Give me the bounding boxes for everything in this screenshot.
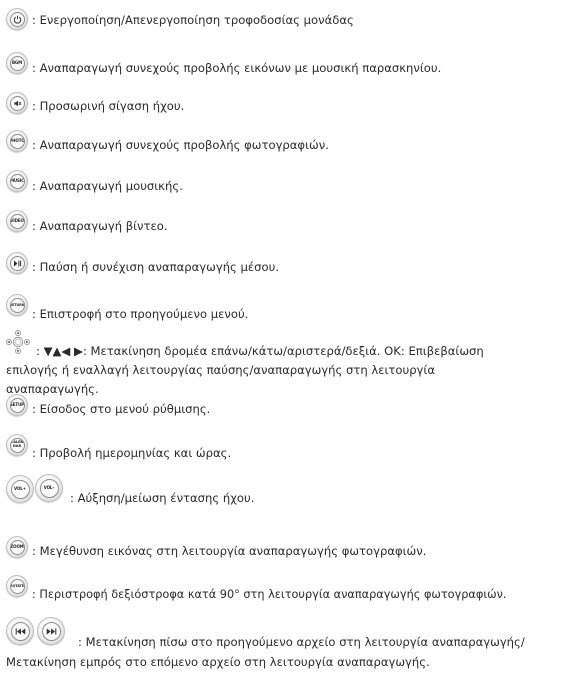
return-icon: RETURN [6,294,28,316]
description-text-line1: : Μετακίνηση πίσω στο προηγούμενο αρχείο… [78,635,525,649]
bgm-icon: BGM [6,52,28,74]
music-icon: MUSIC [6,170,28,192]
description-text: : Είσοδος στο μενού ρύθμισης. [32,402,211,416]
photo-icon: PHOTO [6,130,28,152]
description-text-continued: Μετακίνηση εμπρός στο επόμενο αρχείο στη… [6,655,430,669]
description-text: : Αναπαραγωγή βίντεο. [32,219,168,233]
list-item-bgm: BGM : Αναπαραγωγή συνεχούς προβολής εικό… [6,52,584,76]
next-icon [37,617,65,645]
rotate-icon: ROTATE [6,575,28,597]
power-icon [6,8,28,30]
setup-icon: SETUP [6,394,28,416]
skip-icon [6,617,68,647]
navigation-pad-icon [6,330,30,354]
list-item-zoom: ZOOM : Μεγέθυνση εικόνας στη λειτουργία … [6,536,584,560]
description-text: : Προσωρινή σίγαση ήχου. [32,99,185,113]
description-text: : Ενεργοποίηση/Απενεργοποίηση τροφοδοσία… [32,13,354,27]
list-item-mute: : Προσωρινή σίγαση ήχου. [6,92,584,116]
list-item-calendar: CALEN DAR : Προβολή ημερομηνίας και ώρας… [6,434,584,462]
calendar-icon: CALEN DAR [6,434,28,456]
list-item-setup: SETUP : Είσοδος στο μενού ρύθμισης. [6,394,584,418]
previous-icon [6,617,34,645]
volume-down-button-icon: VOL– [35,474,63,502]
list-item-skip: : Μετακίνηση πίσω στο προηγούμενο αρχείο… [6,617,584,671]
description-text: : Αναπαραγωγή συνεχούς προβολής φωτογραφ… [32,138,329,152]
play-pause-icon [6,252,28,274]
list-item-return: RETURN : Επιστροφή στο προηγούμενο μενού… [6,294,584,321]
description-text: : Αναπαραγωγή μουσικής. [32,179,183,193]
list-item-photo: PHOTO : Αναπαραγωγή συνεχούς προβολής φω… [6,130,584,154]
description-text: : Επιστροφή στο προηγούμενο μενού. [32,307,249,321]
video-icon: VIDEO [6,210,28,232]
list-item-play-pause: : Παύση ή συνέχιση αναπαραγωγής μέσου. [6,252,584,276]
list-item-power: : Ενεργοποίηση/Απενεργοποίηση τροφοδοσία… [6,8,584,32]
mute-icon [6,92,28,114]
description-text: : Περιστροφή δεξιόστροφα κατά 90° στη λε… [32,588,507,601]
description-text-line1: : ▼▲◀ ▶: Μετακίνηση δρομέα επάνω/κάτω/αρ… [36,344,484,358]
description-text: : Μεγέθυνση εικόνας στη λειτουργία αναπα… [32,544,427,558]
volume-icon: VOL+ VOL– [6,474,66,504]
volume-up-button-icon: VOL+ [6,475,34,503]
zoom-icon: ZOOM [6,536,28,558]
list-item-rotate: ROTATE : Περιστροφή δεξιόστροφα κατά 90°… [6,575,584,603]
description-text: : Προβολή ημερομηνίας και ώρας. [32,446,232,460]
description-text: : Αύξηση/μείωση έντασης ήχου. [70,491,255,505]
list-item-volume: VOL+ VOL– : Αύξηση/μείωση έντασης ήχου. [6,474,584,510]
list-item-video: VIDEO : Αναπαραγωγή βίντεο. [6,210,584,234]
description-text: : Αναπαραγωγή συνεχούς προβολής εικόνων … [32,61,442,75]
description-text: : Παύση ή συνέχιση αναπαραγωγής μέσου. [32,260,280,274]
list-item-music: MUSIC : Αναπαραγωγή μουσικής. [6,170,584,194]
list-item-navigation: : ▼▲◀ ▶: Μετακίνηση δρομέα επάνω/κάτω/αρ… [6,330,584,396]
